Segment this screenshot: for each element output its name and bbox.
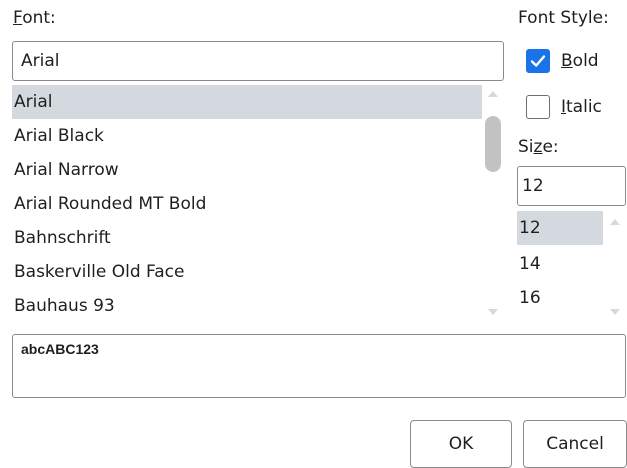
- font-list-scrollbar[interactable]: [482, 85, 504, 323]
- font-label-rest: ont:: [22, 8, 56, 28]
- size-list-item[interactable]: 16: [517, 281, 603, 315]
- bold-label-rest: old: [572, 51, 599, 71]
- size-list-item[interactable]: 12: [517, 211, 603, 245]
- font-name-input-value: Arial: [21, 51, 60, 71]
- cancel-button-label: Cancel: [546, 434, 604, 454]
- ok-button-label: OK: [448, 434, 474, 454]
- size-list-item[interactable]: 14: [517, 247, 603, 281]
- font-style-label: Font Style:: [518, 8, 609, 28]
- font-list-item[interactable]: Arial: [12, 85, 482, 119]
- font-list-item[interactable]: Bauhaus 93: [12, 289, 482, 323]
- size-label-after: e:: [542, 137, 559, 157]
- ok-button[interactable]: OK: [410, 420, 512, 468]
- font-list-item[interactable]: Arial Rounded MT Bold: [12, 187, 482, 221]
- italic-label-rest: talic: [566, 97, 602, 117]
- italic-checkbox[interactable]: [526, 95, 550, 119]
- font-listbox[interactable]: Arial Arial Black Arial Narrow Arial Rou…: [12, 85, 504, 323]
- font-list-item[interactable]: Arial Narrow: [12, 153, 482, 187]
- font-preview: abcABC123: [12, 334, 626, 398]
- bold-checkbox[interactable]: [526, 49, 550, 73]
- preview-sample-text: abcABC123: [21, 341, 99, 357]
- font-list-scroll-thumb[interactable]: [485, 116, 501, 172]
- italic-label[interactable]: Italic: [561, 96, 602, 118]
- font-label-mnemonic: F: [13, 8, 23, 28]
- scroll-up-arrow-icon[interactable]: [488, 91, 498, 97]
- scroll-up-arrow-icon[interactable]: [610, 219, 620, 225]
- cancel-button[interactable]: Cancel: [523, 420, 627, 468]
- size-label: Size:: [518, 136, 559, 158]
- font-dialog: Font: Font Style: Arial Arial Arial Blac…: [0, 0, 627, 468]
- size-input[interactable]: 12: [517, 166, 626, 206]
- scroll-down-arrow-icon[interactable]: [488, 309, 498, 315]
- font-list-item[interactable]: Arial Black: [12, 119, 482, 153]
- font-list-item[interactable]: Bahnschrift: [12, 221, 482, 255]
- bold-label[interactable]: Bold: [561, 50, 599, 72]
- checkmark-icon: [530, 55, 546, 67]
- size-input-value: 12: [522, 176, 544, 196]
- size-listbox[interactable]: 12 14 16: [517, 211, 626, 323]
- scroll-down-arrow-icon[interactable]: [610, 309, 620, 315]
- font-list-item[interactable]: Baskerville Old Face: [12, 255, 482, 289]
- bold-label-mnemonic: B: [561, 51, 573, 71]
- font-label: Font:: [13, 7, 56, 29]
- size-list-scrollbar[interactable]: [604, 211, 626, 323]
- font-name-input[interactable]: Arial: [12, 41, 504, 81]
- size-label-before: Si: [518, 137, 534, 157]
